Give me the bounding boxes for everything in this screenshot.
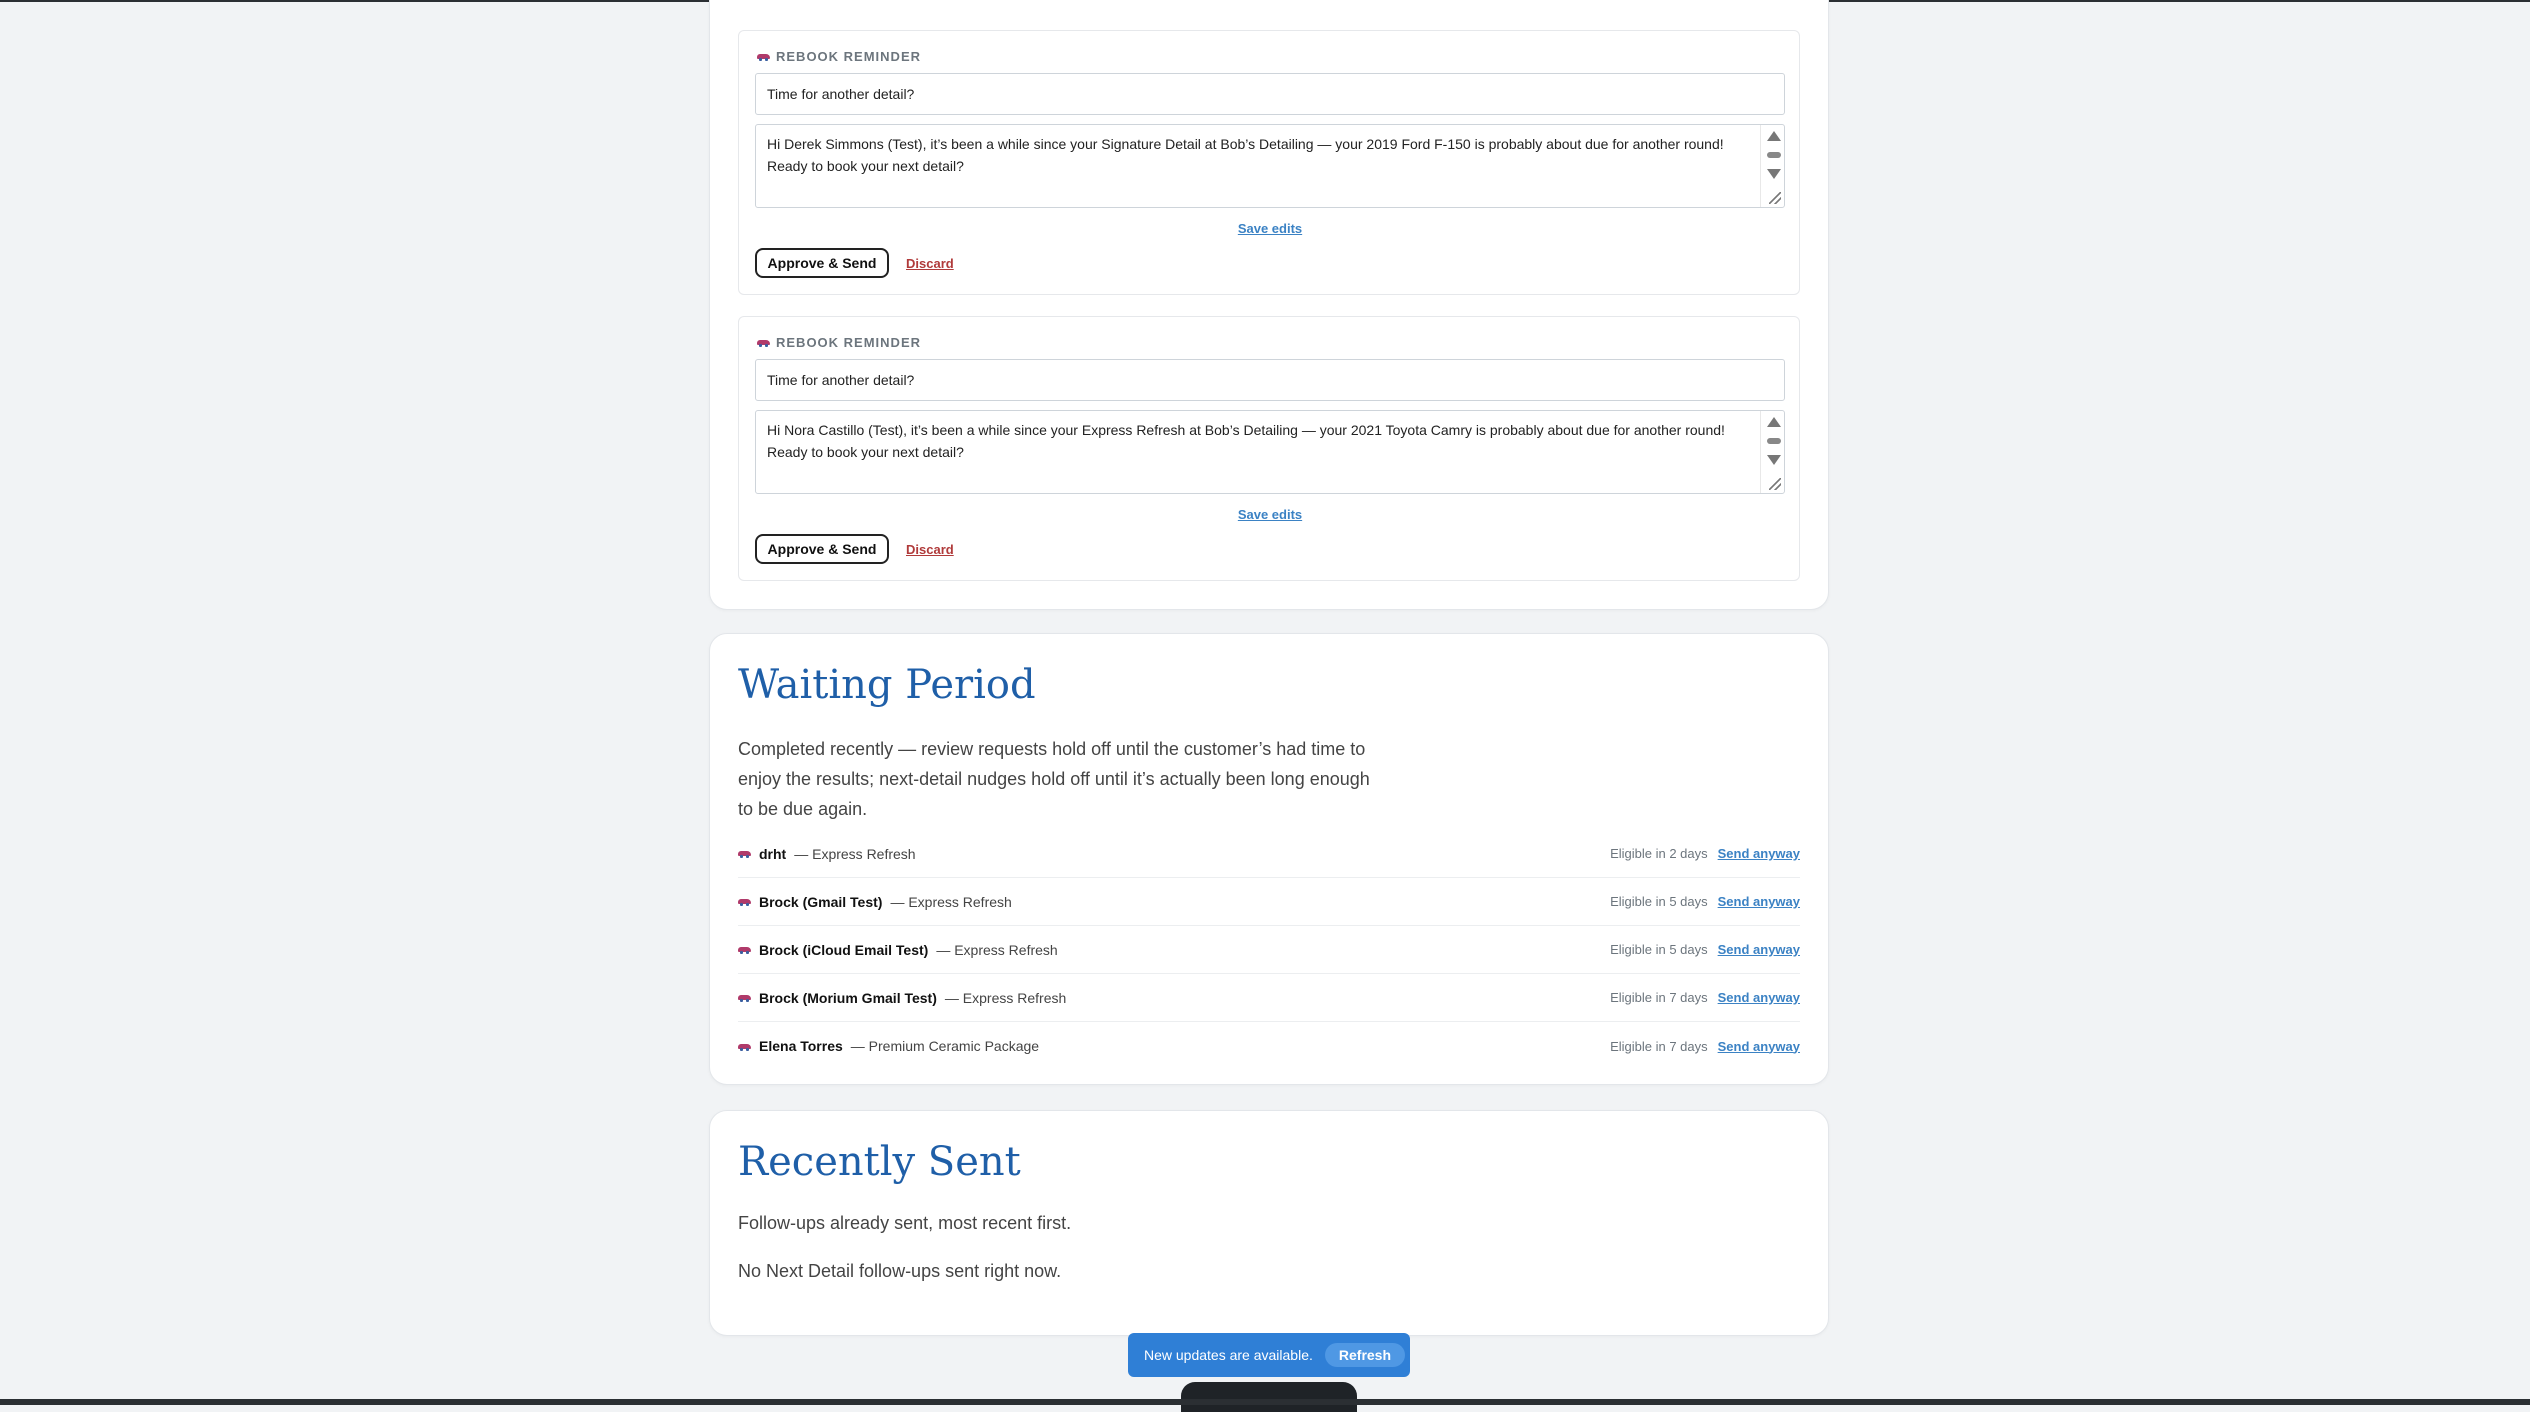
message-body-textarea[interactable]: Hi Nora Castillo (Test), it’s been a whi… — [755, 410, 1785, 494]
approve-send-button[interactable]: Approve & Send — [755, 248, 889, 278]
customer-name: drht — [759, 846, 786, 862]
toast-message: New updates are available. — [1144, 1347, 1313, 1363]
car-icon — [738, 945, 751, 954]
draft-type-text: Rebook Reminder — [776, 49, 921, 64]
scroll-down-arrow-icon[interactable] — [1767, 169, 1781, 179]
message-body-line: Hi Nora Castillo (Test), it’s been a whi… — [767, 419, 1736, 441]
send-anyway-link[interactable]: Send anyway — [1718, 942, 1800, 957]
waiting-list: drht — Express Refresh Eligible in 2 day… — [738, 830, 1800, 1070]
window-bottom-edge — [0, 1399, 2530, 1405]
save-edits-link[interactable]: Save edits — [739, 221, 1801, 236]
service-name: — Express Refresh — [936, 942, 1057, 958]
drafts-card: Rebook Reminder Hi Derek Simmons (Test),… — [709, 0, 1829, 610]
resize-handle-icon[interactable] — [1769, 192, 1781, 204]
send-anyway-link[interactable]: Send anyway — [1718, 846, 1800, 861]
customer-name: Brock (iCloud Email Test) — [759, 942, 928, 958]
scroll-down-arrow-icon[interactable] — [1767, 455, 1781, 465]
subject-input[interactable] — [755, 359, 1785, 401]
eligibility-text: Eligible in 7 days — [1610, 1039, 1708, 1054]
send-anyway-link[interactable]: Send anyway — [1718, 894, 1800, 909]
customer-name: Elena Torres — [759, 1038, 843, 1054]
eligibility-text: Eligible in 2 days — [1610, 846, 1708, 861]
message-body-line: Ready to book your next detail? — [767, 441, 1736, 463]
list-item: Brock (Morium Gmail Test) — Express Refr… — [738, 974, 1800, 1022]
draft-card: Rebook Reminder Hi Derek Simmons (Test),… — [738, 30, 1800, 295]
eligibility-text: Eligible in 5 days — [1610, 894, 1708, 909]
message-body-line: Ready to book your next detail? — [767, 155, 1736, 177]
empty-state-text: No Next Detail follow-ups sent right now… — [738, 1261, 1061, 1282]
eligibility-text: Eligible in 7 days — [1610, 990, 1708, 1005]
car-icon — [738, 993, 751, 1002]
bottom-dock[interactable] — [1181, 1382, 1357, 1412]
refresh-button[interactable]: Refresh — [1325, 1343, 1405, 1367]
car-icon — [738, 897, 751, 906]
service-name: — Express Refresh — [794, 846, 915, 862]
car-icon — [757, 338, 770, 347]
recently-sent-card: Recently Sent Follow-ups already sent, m… — [709, 1110, 1829, 1336]
waiting-period-card: Waiting Period Completed recently — revi… — [709, 633, 1829, 1085]
message-body-line: Hi Derek Simmons (Test), it’s been a whi… — [767, 133, 1736, 155]
section-description: Completed recently — review requests hol… — [738, 734, 1388, 824]
save-edits-label[interactable]: Save edits — [1238, 221, 1302, 236]
message-body-textarea[interactable]: Hi Derek Simmons (Test), it’s been a whi… — [755, 124, 1785, 208]
draft-card: Rebook Reminder Hi Nora Castillo (Test),… — [738, 316, 1800, 581]
section-description: Follow-ups already sent, most recent fir… — [738, 1213, 1071, 1234]
draft-type-text: Rebook Reminder — [776, 335, 921, 350]
approve-send-button[interactable]: Approve & Send — [755, 534, 889, 564]
list-item: Elena Torres — Premium Ceramic Package E… — [738, 1022, 1800, 1070]
list-item: Brock (Gmail Test) — Express Refresh Eli… — [738, 878, 1800, 926]
draft-type-label: Rebook Reminder — [757, 49, 921, 64]
resize-handle-icon[interactable] — [1769, 478, 1781, 490]
service-name: — Express Refresh — [945, 990, 1066, 1006]
discard-link[interactable]: Discard — [906, 256, 954, 271]
subject-input[interactable] — [755, 73, 1785, 115]
save-edits-label[interactable]: Save edits — [1238, 507, 1302, 522]
car-icon — [738, 849, 751, 858]
car-icon — [738, 1042, 751, 1051]
customer-name: Brock (Morium Gmail Test) — [759, 990, 937, 1006]
list-item: drht — Express Refresh Eligible in 2 day… — [738, 830, 1800, 878]
car-icon — [757, 52, 770, 61]
service-name: — Premium Ceramic Package — [851, 1038, 1039, 1054]
list-item: Brock (iCloud Email Test) — Express Refr… — [738, 926, 1800, 974]
scroll-up-arrow-icon[interactable] — [1767, 131, 1781, 141]
customer-name: Brock (Gmail Test) — [759, 894, 882, 910]
send-anyway-link[interactable]: Send anyway — [1718, 1039, 1800, 1054]
service-name: — Express Refresh — [890, 894, 1011, 910]
save-edits-link[interactable]: Save edits — [739, 507, 1801, 522]
section-title: Recently Sent — [738, 1139, 1021, 1185]
draft-type-label: Rebook Reminder — [757, 335, 921, 350]
scroll-up-arrow-icon[interactable] — [1767, 417, 1781, 427]
eligibility-text: Eligible in 5 days — [1610, 942, 1708, 957]
section-title: Waiting Period — [738, 662, 1036, 708]
scroll-thumb[interactable] — [1767, 152, 1781, 158]
discard-link[interactable]: Discard — [906, 542, 954, 557]
scroll-thumb[interactable] — [1767, 438, 1781, 444]
update-toast: New updates are available. Refresh — [1128, 1333, 1410, 1377]
send-anyway-link[interactable]: Send anyway — [1718, 990, 1800, 1005]
